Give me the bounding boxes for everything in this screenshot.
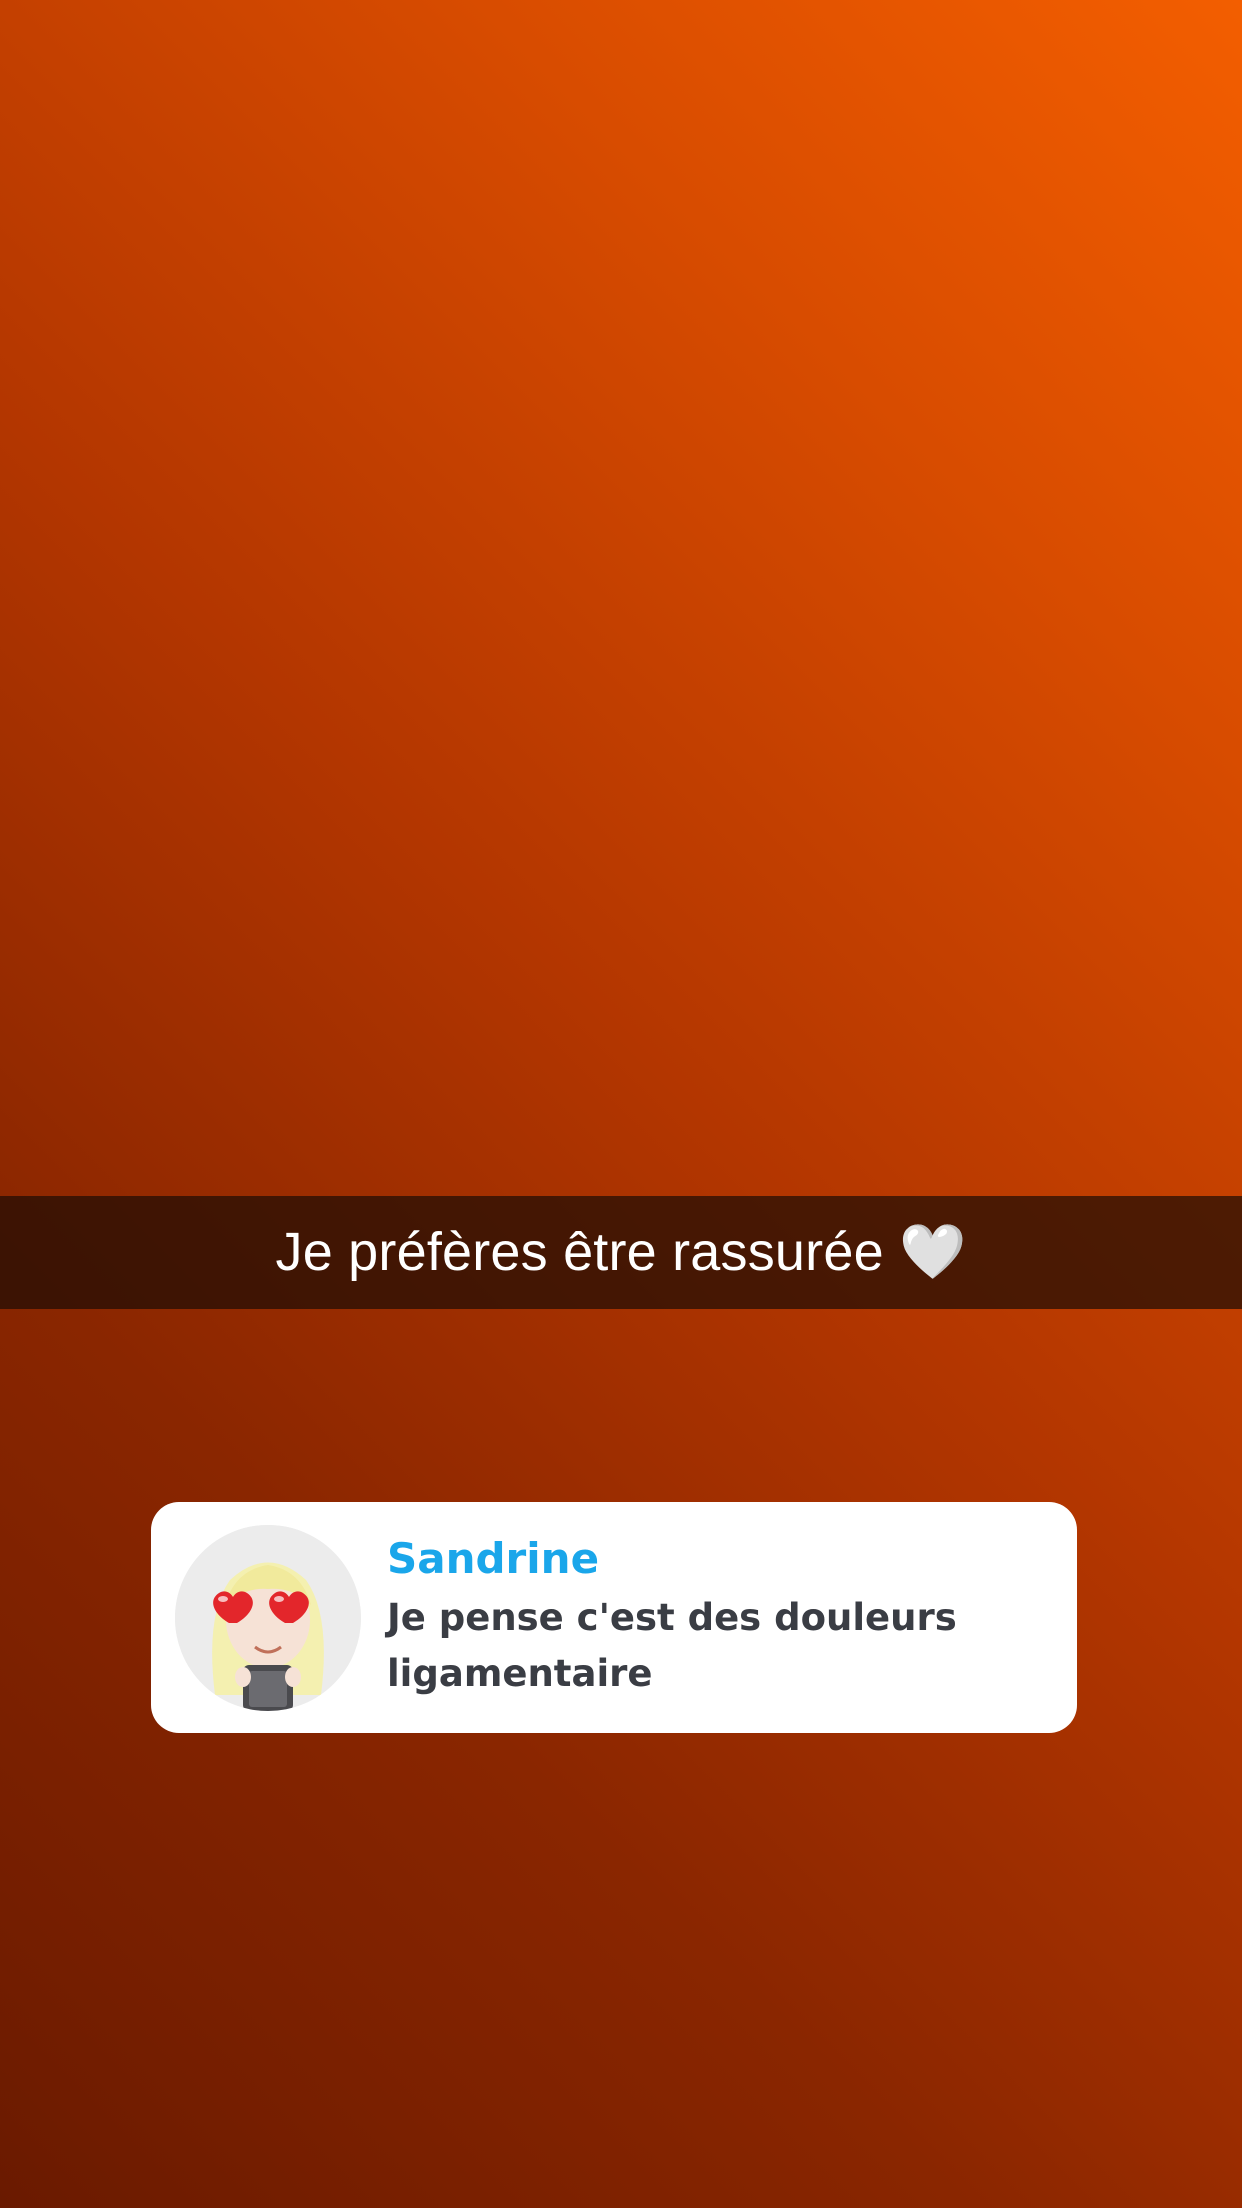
reply-message-text: Je pense c'est des douleurs ligamentaire [387, 1595, 957, 1695]
reply-content: Sandrine Je pense c'est des douleurs lig… [387, 1534, 997, 1702]
story-caption-text: Je préfères être rassurée 🤍 [275, 1222, 967, 1282]
story-background [0, 0, 1242, 2208]
story-caption-bar: Je préfères être rassurée 🤍 [0, 1196, 1242, 1309]
avatar [175, 1524, 361, 1711]
bitmoji-avatar-icon [175, 1524, 361, 1711]
reply-sender-name[interactable]: Sandrine [387, 1534, 997, 1584]
reply-card[interactable]: Sandrine Je pense c'est des douleurs lig… [151, 1502, 1077, 1733]
